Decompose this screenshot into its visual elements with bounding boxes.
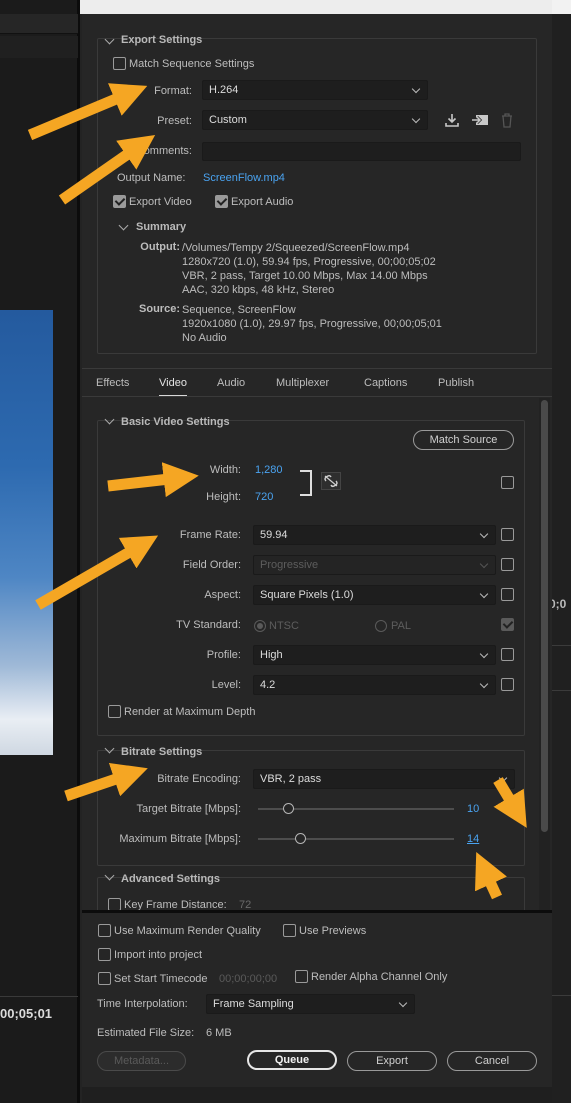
annotation-arrow [107,462,199,498]
annotation-arrows [27,83,527,900]
annotation-arrow [35,535,159,610]
annotation-arrow [58,135,156,205]
annotation-arrow [475,852,507,900]
annotation-arrow [493,777,527,828]
annotation-arrow [27,83,148,141]
annotation-arrow [64,762,148,802]
